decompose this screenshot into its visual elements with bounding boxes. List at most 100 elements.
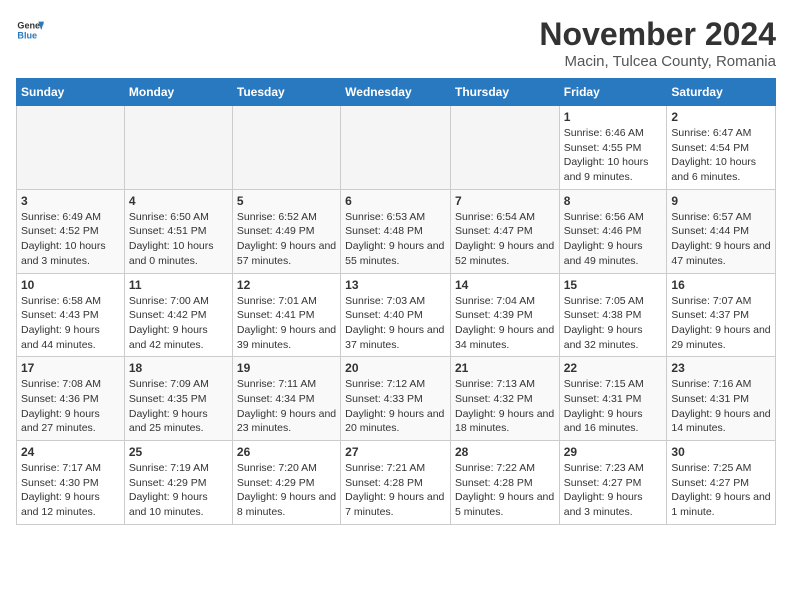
calendar-cell <box>450 106 559 190</box>
day-info: Sunrise: 7:07 AMSunset: 4:37 PMDaylight:… <box>671 294 771 353</box>
calendar-cell: 15 Sunrise: 7:05 AMSunset: 4:38 PMDayligh… <box>559 273 667 357</box>
calendar-cell: 4 Sunrise: 6:50 AMSunset: 4:51 PMDaylight… <box>124 189 232 273</box>
calendar-cell: 6 Sunrise: 6:53 AMSunset: 4:48 PMDaylight… <box>341 189 451 273</box>
calendar-table: SundayMondayTuesdayWednesdayThursdayFrid… <box>16 78 776 525</box>
day-info: Sunrise: 7:09 AMSunset: 4:35 PMDaylight:… <box>129 377 228 436</box>
day-number: 10 <box>21 278 120 292</box>
calendar-cell: 10 Sunrise: 6:58 AMSunset: 4:43 PMDayligh… <box>17 273 125 357</box>
day-number: 30 <box>671 445 771 459</box>
day-number: 17 <box>21 361 120 375</box>
calendar-cell: 29 Sunrise: 7:23 AMSunset: 4:27 PMDayligh… <box>559 441 667 525</box>
week-row-1: 1Sunrise: 6:46 AMSunset: 4:55 PMDaylight… <box>17 106 776 190</box>
week-row-5: 24 Sunrise: 7:17 AMSunset: 4:30 PMDayligh… <box>17 441 776 525</box>
calendar-cell: 17 Sunrise: 7:08 AMSunset: 4:36 PMDayligh… <box>17 357 125 441</box>
week-row-3: 10 Sunrise: 6:58 AMSunset: 4:43 PMDayligh… <box>17 273 776 357</box>
calendar-cell: 14 Sunrise: 7:04 AMSunset: 4:39 PMDayligh… <box>450 273 559 357</box>
week-row-2: 3 Sunrise: 6:49 AMSunset: 4:52 PMDaylight… <box>17 189 776 273</box>
calendar-cell: 3 Sunrise: 6:49 AMSunset: 4:52 PMDaylight… <box>17 189 125 273</box>
calendar-cell: 30 Sunrise: 7:25 AMSunset: 4:27 PMDayligh… <box>667 441 776 525</box>
day-number: 13 <box>345 278 446 292</box>
calendar-cell: 8 Sunrise: 6:56 AMSunset: 4:46 PMDaylight… <box>559 189 667 273</box>
day-info: Sunrise: 7:16 AMSunset: 4:31 PMDaylight:… <box>671 377 771 436</box>
day-number: 24 <box>21 445 120 459</box>
day-number: 6 <box>345 194 446 208</box>
weekday-header-thursday: Thursday <box>450 79 559 106</box>
calendar-cell <box>17 106 125 190</box>
calendar-cell: 7Sunrise: 6:54 AMSunset: 4:47 PMDaylight… <box>450 189 559 273</box>
day-number: 8 <box>564 194 663 208</box>
day-number: 23 <box>671 361 771 375</box>
day-info: Sunrise: 7:04 AMSunset: 4:39 PMDaylight:… <box>455 294 555 353</box>
day-info: Sunrise: 7:00 AMSunset: 4:42 PMDaylight:… <box>129 294 228 353</box>
calendar-cell: 9 Sunrise: 6:57 AMSunset: 4:44 PMDaylight… <box>667 189 776 273</box>
day-number: 25 <box>129 445 228 459</box>
location-title: Macin, Tulcea County, Romania <box>539 53 776 70</box>
calendar-cell: 12 Sunrise: 7:01 AMSunset: 4:41 PMDayligh… <box>232 273 340 357</box>
day-number: 15 <box>564 278 663 292</box>
day-info: Sunrise: 7:21 AMSunset: 4:28 PMDaylight:… <box>345 461 446 520</box>
day-number: 14 <box>455 278 555 292</box>
day-number: 16 <box>671 278 771 292</box>
day-info: Sunrise: 6:52 AMSunset: 4:49 PMDaylight:… <box>237 210 336 269</box>
day-info: Sunrise: 7:03 AMSunset: 4:40 PMDaylight:… <box>345 294 446 353</box>
day-number: 28 <box>455 445 555 459</box>
week-row-4: 17 Sunrise: 7:08 AMSunset: 4:36 PMDayligh… <box>17 357 776 441</box>
calendar-cell: 5Sunrise: 6:52 AMSunset: 4:49 PMDaylight… <box>232 189 340 273</box>
calendar-cell: 28 Sunrise: 7:22 AMSunset: 4:28 PMDayligh… <box>450 441 559 525</box>
day-number: 9 <box>671 194 771 208</box>
day-number: 20 <box>345 361 446 375</box>
day-number: 11 <box>129 278 228 292</box>
calendar-cell: 19 Sunrise: 7:11 AMSunset: 4:34 PMDayligh… <box>232 357 340 441</box>
day-info: Sunrise: 6:47 AMSunset: 4:54 PMDaylight:… <box>671 126 771 185</box>
day-info: Sunrise: 7:15 AMSunset: 4:31 PMDaylight:… <box>564 377 663 436</box>
day-info: Sunrise: 7:01 AMSunset: 4:41 PMDaylight:… <box>237 294 336 353</box>
calendar-cell: 18 Sunrise: 7:09 AMSunset: 4:35 PMDayligh… <box>124 357 232 441</box>
calendar-cell: 16 Sunrise: 7:07 AMSunset: 4:37 PMDayligh… <box>667 273 776 357</box>
day-number: 18 <box>129 361 228 375</box>
calendar-cell: 26Sunrise: 7:20 AMSunset: 4:29 PMDayligh… <box>232 441 340 525</box>
weekday-header-friday: Friday <box>559 79 667 106</box>
weekday-header-sunday: Sunday <box>17 79 125 106</box>
day-info: Sunrise: 7:22 AMSunset: 4:28 PMDaylight:… <box>455 461 555 520</box>
day-number: 3 <box>21 194 120 208</box>
day-number: 12 <box>237 278 336 292</box>
day-info: Sunrise: 7:12 AMSunset: 4:33 PMDaylight:… <box>345 377 446 436</box>
day-info: Sunrise: 7:05 AMSunset: 4:38 PMDaylight:… <box>564 294 663 353</box>
calendar-cell: 21Sunrise: 7:13 AMSunset: 4:32 PMDayligh… <box>450 357 559 441</box>
weekday-header-row: SundayMondayTuesdayWednesdayThursdayFrid… <box>17 79 776 106</box>
day-info: Sunrise: 6:58 AMSunset: 4:43 PMDaylight:… <box>21 294 120 353</box>
day-info: Sunrise: 7:20 AMSunset: 4:29 PMDaylight:… <box>237 461 336 520</box>
day-number: 22 <box>564 361 663 375</box>
day-info: Sunrise: 7:11 AMSunset: 4:34 PMDaylight:… <box>237 377 336 436</box>
header: General Blue November 2024 Macin, Tulcea… <box>16 16 776 70</box>
day-number: 4 <box>129 194 228 208</box>
day-info: Sunrise: 7:23 AMSunset: 4:27 PMDaylight:… <box>564 461 663 520</box>
day-info: Sunrise: 7:13 AMSunset: 4:32 PMDaylight:… <box>455 377 555 436</box>
day-info: Sunrise: 7:19 AMSunset: 4:29 PMDaylight:… <box>129 461 228 520</box>
weekday-header-saturday: Saturday <box>667 79 776 106</box>
calendar-cell: 22 Sunrise: 7:15 AMSunset: 4:31 PMDayligh… <box>559 357 667 441</box>
calendar-cell: 13 Sunrise: 7:03 AMSunset: 4:40 PMDayligh… <box>341 273 451 357</box>
calendar-cell: 20 Sunrise: 7:12 AMSunset: 4:33 PMDayligh… <box>341 357 451 441</box>
svg-text:Blue: Blue <box>17 30 37 40</box>
calendar-cell: 25 Sunrise: 7:19 AMSunset: 4:29 PMDayligh… <box>124 441 232 525</box>
calendar-cell: 2Sunrise: 6:47 AMSunset: 4:54 PMDaylight… <box>667 106 776 190</box>
title-area: November 2024 Macin, Tulcea County, Roma… <box>539 16 776 70</box>
day-number: 19 <box>237 361 336 375</box>
day-info: Sunrise: 6:50 AMSunset: 4:51 PMDaylight:… <box>129 210 228 269</box>
day-info: Sunrise: 6:57 AMSunset: 4:44 PMDaylight:… <box>671 210 771 269</box>
month-title: November 2024 <box>539 16 776 53</box>
day-number: 29 <box>564 445 663 459</box>
day-info: Sunrise: 7:08 AMSunset: 4:36 PMDaylight:… <box>21 377 120 436</box>
calendar-cell: 23 Sunrise: 7:16 AMSunset: 4:31 PMDayligh… <box>667 357 776 441</box>
day-info: Sunrise: 6:53 AMSunset: 4:48 PMDaylight:… <box>345 210 446 269</box>
day-info: Sunrise: 6:49 AMSunset: 4:52 PMDaylight:… <box>21 210 120 269</box>
day-info: Sunrise: 6:56 AMSunset: 4:46 PMDaylight:… <box>564 210 663 269</box>
weekday-header-monday: Monday <box>124 79 232 106</box>
logo: General Blue <box>16 16 44 44</box>
calendar-cell: 27Sunrise: 7:21 AMSunset: 4:28 PMDayligh… <box>341 441 451 525</box>
day-info: Sunrise: 7:25 AMSunset: 4:27 PMDaylight:… <box>671 461 771 520</box>
day-info: Sunrise: 7:17 AMSunset: 4:30 PMDaylight:… <box>21 461 120 520</box>
calendar-cell <box>341 106 451 190</box>
weekday-header-wednesday: Wednesday <box>341 79 451 106</box>
